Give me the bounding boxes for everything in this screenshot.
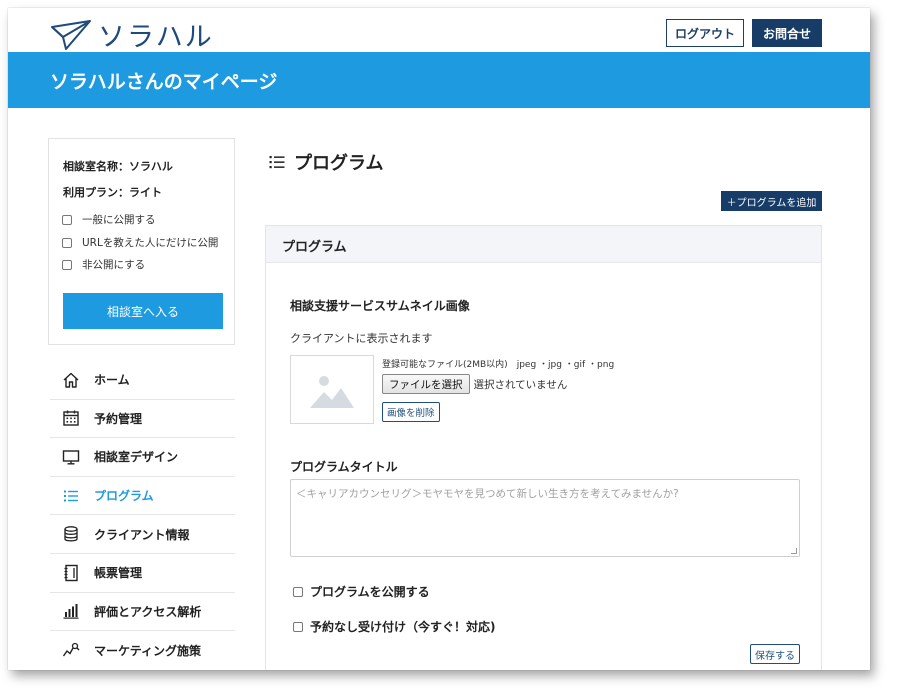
logout-button[interactable]: ログアウト: [666, 19, 744, 47]
page-title: プログラム: [294, 153, 384, 174]
list-icon: [62, 487, 80, 505]
delete-image-button[interactable]: 画像を削除: [382, 402, 440, 422]
sidebar-item-analytics[interactable]: 評価とアクセス解析: [50, 593, 235, 632]
room-info-card: 相談室名称：ソラハル 利用プラン：ライト 一般に公開する URLを教えた人にだけ…: [48, 138, 235, 345]
room-name: 相談室名称：ソラハル: [63, 160, 173, 173]
list-icon: [269, 156, 285, 169]
choose-file-button[interactable]: ファイルを選択: [382, 374, 470, 394]
paper-plane-icon: [51, 19, 91, 50]
image-placeholder-icon: [310, 375, 354, 408]
file-status: 選択されていません: [473, 378, 568, 391]
visibility-option-private[interactable]: 非公開にする: [62, 257, 145, 272]
visibility-option-public[interactable]: 一般に公開する: [62, 212, 156, 227]
page-banner: ソラハルさんのマイページ: [8, 52, 870, 108]
sidebar-item-reservations[interactable]: 予約管理: [50, 400, 235, 439]
panel-title: プログラム: [266, 226, 821, 263]
enter-room-button[interactable]: 相談室へ入る: [63, 293, 223, 329]
page-heading: プログラム: [268, 149, 383, 175]
bar-chart-icon: [62, 602, 80, 620]
resize-handle[interactable]: [791, 548, 797, 554]
trend-icon: [62, 641, 80, 659]
checkbox[interactable]: [62, 237, 72, 248]
top-header: ソラハル ログアウト お問合せ: [8, 8, 870, 54]
publish-program-option[interactable]: プログラムを公開する: [293, 583, 430, 600]
sidebar-item-forms[interactable]: 帳票管理: [50, 554, 235, 593]
checkbox[interactable]: [293, 586, 303, 597]
checkbox[interactable]: [62, 259, 72, 270]
sidebar-item-client-info[interactable]: クライアント情報: [50, 515, 235, 554]
logo-text: ソラハル: [98, 22, 214, 53]
file-format-note: 登録可能なファイル(2MB以内) jpeg ・jpg ・gif ・png: [382, 360, 615, 370]
visibility-option-url[interactable]: URLを教えた人にだけに公開: [62, 235, 218, 250]
notebook-icon: [62, 564, 80, 582]
sidebar-item-program[interactable]: プログラム: [50, 477, 235, 516]
add-program-button[interactable]: ＋プログラムを追加: [721, 191, 822, 211]
file-picker: ファイルを選択 選択されていません: [382, 374, 567, 394]
banner-title: ソラハルさんのマイページ: [50, 71, 278, 93]
save-button[interactable]: 保存する: [750, 644, 800, 664]
thumbnail-section-title: 相談支援サービスサムネイル画像: [290, 299, 470, 313]
browser-frame: ソラハル ログアウト お問合せ ソラハルさんのマイページ 相談室名称：ソラハル …: [8, 8, 870, 670]
program-title-input[interactable]: ＜キャリアカウンセリグ＞モヤモヤを見つめて新しい生き方を考えてみませんか?: [290, 479, 800, 557]
sidebar-nav: ホーム 予約管理 相談室デザイン プログラム クライアント情報 帳票管理 評価と…: [50, 361, 235, 670]
thumbnail-preview: [290, 355, 374, 424]
checkbox[interactable]: [293, 621, 303, 632]
calendar-icon: [62, 409, 80, 427]
thumbnail-section-desc: クライアントに表示されます: [290, 332, 433, 345]
sidebar-item-room-design[interactable]: 相談室デザイン: [50, 438, 235, 477]
checkbox[interactable]: [62, 214, 72, 225]
database-icon: [62, 525, 80, 543]
monitor-icon: [62, 448, 80, 466]
sidebar-item-marketing[interactable]: マーケティング施策: [50, 631, 235, 670]
program-title-placeholder: ＜キャリアカウンセリグ＞モヤモヤを見つめて新しい生き方を考えてみませんか?: [296, 488, 679, 500]
plan-label: 利用プラン：ライト: [63, 186, 162, 199]
no-reservation-option[interactable]: 予約なし受け付け（今すぐ！対応): [293, 618, 496, 635]
program-panel: プログラム 相談支援サービスサムネイル画像 クライアントに表示されます 登録可能…: [265, 225, 822, 670]
title-section-title: プログラムタイトル: [290, 460, 398, 474]
logo[interactable]: ソラハル: [50, 15, 214, 54]
home-icon: [62, 371, 80, 389]
contact-button[interactable]: お問合せ: [752, 19, 822, 47]
sidebar-item-home[interactable]: ホーム: [50, 361, 235, 400]
